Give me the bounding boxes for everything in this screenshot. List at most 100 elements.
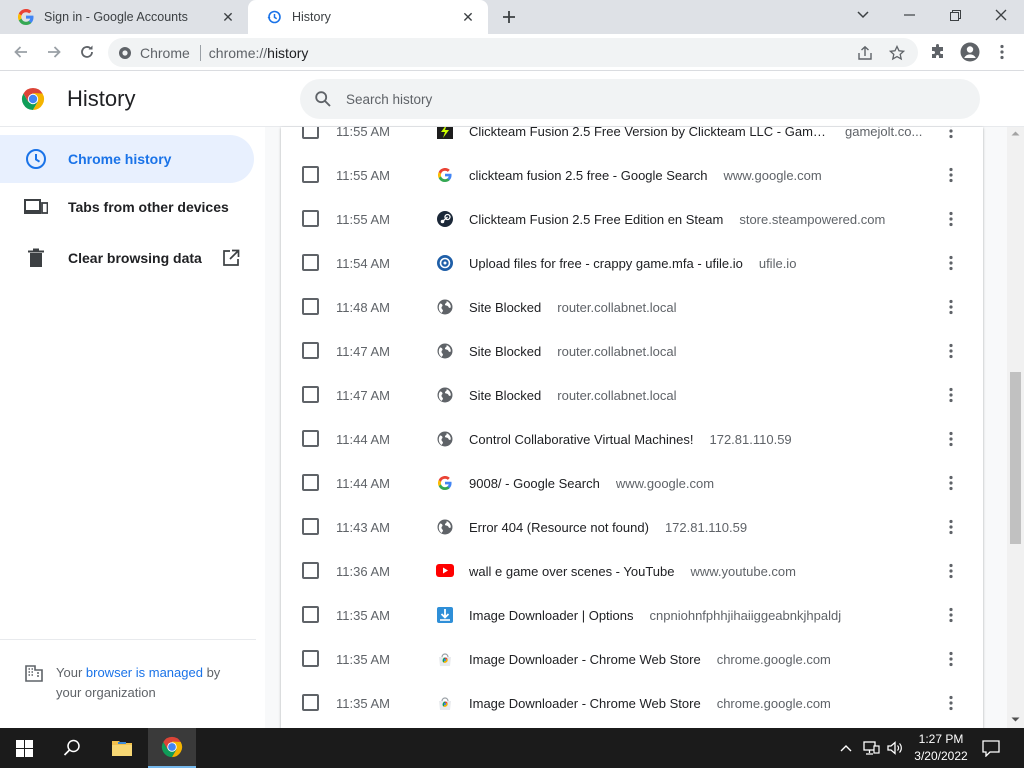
minimize-button[interactable] xyxy=(886,0,932,30)
new-tab-button[interactable] xyxy=(497,5,521,29)
row-info[interactable]: Upload files for free - crappy game.mfa … xyxy=(469,256,796,271)
history-row[interactable]: 11:54 AM Upload files for free - crappy g… xyxy=(281,241,983,285)
close-icon[interactable]: ✕ xyxy=(458,7,478,27)
scroll-down-arrow-icon[interactable] xyxy=(1011,715,1020,724)
extensions-button[interactable] xyxy=(926,40,950,64)
page-scrollbar[interactable] xyxy=(1007,127,1024,728)
address-bar[interactable]: Chrome chrome://history xyxy=(108,38,918,67)
row-more-actions-button[interactable] xyxy=(941,561,961,581)
network-icon[interactable] xyxy=(860,728,882,768)
row-title[interactable]: Clickteam Fusion 2.5 Free Version by Cli… xyxy=(469,127,829,139)
sidebar-item-tabs-other-devices[interactable]: Tabs from other devices xyxy=(0,183,254,231)
history-row[interactable]: 11:55 AM clickteam fusion 2.5 free - Goog… xyxy=(281,153,983,197)
row-info[interactable]: Control Collaborative Virtual Machines! 1… xyxy=(469,432,792,447)
scrollbar-thumb[interactable] xyxy=(1010,372,1021,544)
close-icon[interactable]: ✕ xyxy=(218,7,238,27)
managed-link[interactable]: browser is managed xyxy=(86,665,203,680)
row-more-actions-button[interactable] xyxy=(941,605,961,625)
row-title[interactable]: Image Downloader - Chrome Web Store xyxy=(469,696,701,711)
history-row[interactable]: 11:47 AM Site Blocked router.collabnet.loc… xyxy=(281,329,983,373)
row-title[interactable]: Site Blocked xyxy=(469,300,541,315)
scroll-up-arrow-icon[interactable] xyxy=(1011,129,1020,138)
history-row[interactable]: 11:36 AM wall e game over scenes - YouTub… xyxy=(281,549,983,593)
row-title[interactable]: Site Blocked xyxy=(469,344,541,359)
history-row[interactable]: 11:47 AM Site Blocked router.collabnet.loc… xyxy=(281,373,983,417)
reload-button[interactable] xyxy=(74,39,100,65)
row-checkbox[interactable] xyxy=(302,562,319,579)
row-info[interactable]: 9008/ - Google Search www.google.com xyxy=(469,476,714,491)
row-more-actions-button[interactable] xyxy=(941,253,961,273)
file-explorer-button[interactable] xyxy=(98,728,146,768)
row-checkbox[interactable] xyxy=(302,127,319,139)
sidebar-item-clear-browsing-data[interactable]: Clear browsing data xyxy=(0,234,254,282)
history-row[interactable]: 11:43 AM Error 404 (Resource not found) 17… xyxy=(281,505,983,549)
row-checkbox[interactable] xyxy=(302,650,319,667)
history-row[interactable]: 11:55 AM Clickteam Fusion 2.5 Free Editio… xyxy=(281,197,983,241)
row-info[interactable]: Image Downloader | Options cnpniohnfphhji… xyxy=(469,608,841,623)
row-more-actions-button[interactable] xyxy=(941,649,961,669)
row-info[interactable]: Image Downloader - Chrome Web Store chrom… xyxy=(469,652,831,667)
taskbar-chrome-button[interactable] xyxy=(148,728,196,768)
row-more-actions-button[interactable] xyxy=(941,165,961,185)
share-icon[interactable] xyxy=(854,38,876,67)
close-window-button[interactable] xyxy=(978,0,1024,30)
row-checkbox[interactable] xyxy=(302,298,319,315)
history-row[interactable]: 11:35 AM Image Downloader - Chrome Web St… xyxy=(281,637,983,681)
row-title[interactable]: Image Downloader | Options xyxy=(469,608,634,623)
row-checkbox[interactable] xyxy=(302,606,319,623)
show-hidden-icons-button[interactable] xyxy=(836,728,856,768)
row-more-actions-button[interactable] xyxy=(941,209,961,229)
row-checkbox[interactable] xyxy=(302,430,319,447)
row-info[interactable]: wall e game over scenes - YouTube www.you… xyxy=(469,564,796,579)
row-checkbox[interactable] xyxy=(302,210,319,227)
row-info[interactable]: Site Blocked router.collabnet.local xyxy=(469,388,677,403)
row-title[interactable]: Site Blocked xyxy=(469,388,541,403)
sidebar-item-chrome-history[interactable]: Chrome history xyxy=(0,135,254,183)
tab-sign-in[interactable]: Sign in - Google Accounts ✕ xyxy=(0,0,248,34)
row-title[interactable]: 9008/ - Google Search xyxy=(469,476,600,491)
row-more-actions-button[interactable] xyxy=(941,429,961,449)
row-checkbox[interactable] xyxy=(302,166,319,183)
search-history-box[interactable] xyxy=(300,79,980,119)
row-info[interactable]: Site Blocked router.collabnet.local xyxy=(469,300,677,315)
tab-history[interactable]: History ✕ xyxy=(248,0,488,34)
row-info[interactable]: clickteam fusion 2.5 free - Google Searc… xyxy=(469,168,822,183)
row-more-actions-button[interactable] xyxy=(941,385,961,405)
row-title[interactable]: clickteam fusion 2.5 free - Google Searc… xyxy=(469,168,707,183)
row-title[interactable]: Control Collaborative Virtual Machines! xyxy=(469,432,693,447)
row-title[interactable]: Clickteam Fusion 2.5 Free Edition en Ste… xyxy=(469,212,723,227)
taskbar-clock[interactable]: 1:27 PM 3/20/2022 xyxy=(908,731,974,765)
row-checkbox[interactable] xyxy=(302,386,319,403)
restore-button[interactable] xyxy=(932,0,978,30)
history-row[interactable]: 11:55 AM Clickteam Fusion 2.5 Free Versio… xyxy=(281,127,983,153)
row-info[interactable]: Image Downloader - Chrome Web Store chrom… xyxy=(469,696,831,711)
row-info[interactable]: Site Blocked router.collabnet.local xyxy=(469,344,677,359)
taskbar-search-button[interactable] xyxy=(48,728,96,768)
row-info[interactable]: Error 404 (Resource not found) 172.81.110… xyxy=(469,520,747,535)
row-title[interactable]: Image Downloader - Chrome Web Store xyxy=(469,652,701,667)
start-button[interactable] xyxy=(0,728,48,768)
notifications-icon[interactable] xyxy=(980,728,1002,768)
row-checkbox[interactable] xyxy=(302,518,319,535)
menu-button[interactable] xyxy=(990,40,1014,64)
search-input[interactable] xyxy=(346,91,946,107)
row-more-actions-button[interactable] xyxy=(941,127,961,141)
row-title[interactable]: wall e game over scenes - YouTube xyxy=(469,564,674,579)
row-more-actions-button[interactable] xyxy=(941,473,961,493)
row-more-actions-button[interactable] xyxy=(941,517,961,537)
row-info[interactable]: Clickteam Fusion 2.5 Free Version by Cli… xyxy=(469,127,922,139)
row-info[interactable]: Clickteam Fusion 2.5 Free Edition en Ste… xyxy=(469,212,885,227)
history-row[interactable]: 11:44 AM Control Collaborative Virtual Ma… xyxy=(281,417,983,461)
row-checkbox[interactable] xyxy=(302,254,319,271)
row-checkbox[interactable] xyxy=(302,474,319,491)
row-title[interactable]: Error 404 (Resource not found) xyxy=(469,520,649,535)
star-icon[interactable] xyxy=(886,38,908,67)
row-checkbox[interactable] xyxy=(302,694,319,711)
history-row[interactable]: 11:35 AM Image Downloader | Options cnpnio… xyxy=(281,593,983,637)
row-checkbox[interactable] xyxy=(302,342,319,359)
row-more-actions-button[interactable] xyxy=(941,341,961,361)
history-row[interactable]: 11:44 AM 9008/ - Google Search www.google.… xyxy=(281,461,983,505)
row-title[interactable]: Upload files for free - crappy game.mfa … xyxy=(469,256,743,271)
history-row[interactable]: 11:35 AM Image Downloader - Chrome Web St… xyxy=(281,681,983,725)
row-more-actions-button[interactable] xyxy=(941,297,961,317)
